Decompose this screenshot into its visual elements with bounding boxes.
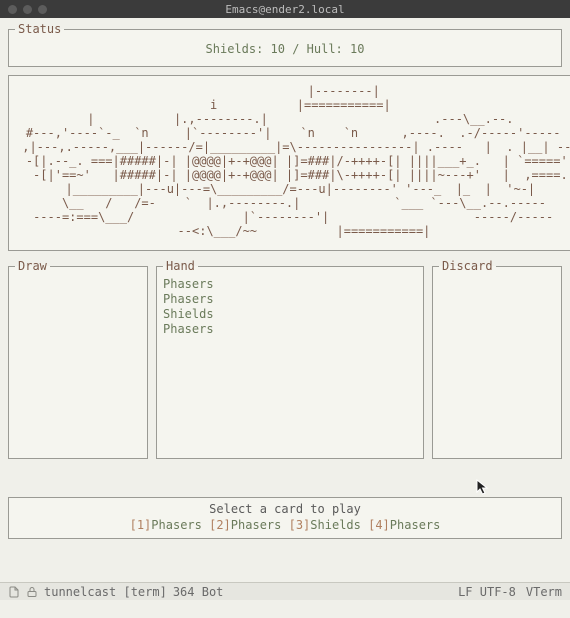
traffic-lights[interactable] [8,5,47,14]
status-line: Shields: 10 / Hull: 10 [15,40,555,60]
hand-list[interactable]: PhasersPhasersShieldsPhasers [163,277,417,337]
window-titlebar: Emacs@ender2.local [0,0,570,18]
window-title: Emacs@ender2.local [0,3,570,16]
modeline-position: 364 Bot [173,585,224,599]
zoom-icon[interactable] [38,5,47,14]
prompt-option[interactable]: [4]Phasers [368,518,440,532]
terminal-content: Status Shields: 10 / Hull: 10 |--------|… [0,18,570,539]
prompt-title: Select a card to play [15,502,555,516]
card-item[interactable]: Phasers [163,277,417,292]
modeline: tunnelcast [term] 364 Bot LF UTF-8 VTerm [0,582,570,600]
card-item[interactable]: Phasers [163,292,417,307]
ship-art-box: |--------| i |===========| | |.,--------… [8,75,570,251]
discard-pile: Discard [432,259,562,459]
modeline-buffer: tunnelcast [term] [44,585,167,599]
hand-pile: Hand PhasersPhasersShieldsPhasers [156,259,424,459]
status-box: Status Shields: 10 / Hull: 10 [8,22,562,67]
hand-legend: Hand [163,259,198,273]
prompt-option[interactable]: [3]Shields [289,518,361,532]
prompt-option[interactable]: [1]Phasers [130,518,202,532]
close-icon[interactable] [8,5,17,14]
option-label: Shields [310,518,361,532]
draw-legend: Draw [15,259,50,273]
option-label: Phasers [390,518,441,532]
minimize-icon[interactable] [23,5,32,14]
option-label: Phasers [231,518,282,532]
option-label: Phasers [151,518,202,532]
modeline-encoding: LF UTF-8 [458,585,516,599]
card-item[interactable]: Shields [163,307,417,322]
status-legend: Status [15,22,64,36]
discard-legend: Discard [439,259,496,273]
prompt-option[interactable]: [2]Phasers [209,518,281,532]
option-index: [2] [209,518,231,532]
option-index: [3] [289,518,311,532]
draw-pile: Draw [8,259,148,459]
lock-icon [26,586,38,598]
file-icon [8,586,20,598]
prompt-box: Select a card to play [1]Phasers [2]Phas… [8,497,562,539]
card-item[interactable]: Phasers [163,322,417,337]
prompt-options[interactable]: [1]Phasers [2]Phasers [3]Shields [4]Phas… [15,518,555,532]
card-piles-row: Draw Hand PhasersPhasersShieldsPhasers D… [8,259,562,467]
ascii-art: |--------| i |===========| | |.,--------… [15,80,570,244]
option-index: [4] [368,518,390,532]
option-index: [1] [130,518,152,532]
modeline-mode: VTerm [526,585,562,599]
